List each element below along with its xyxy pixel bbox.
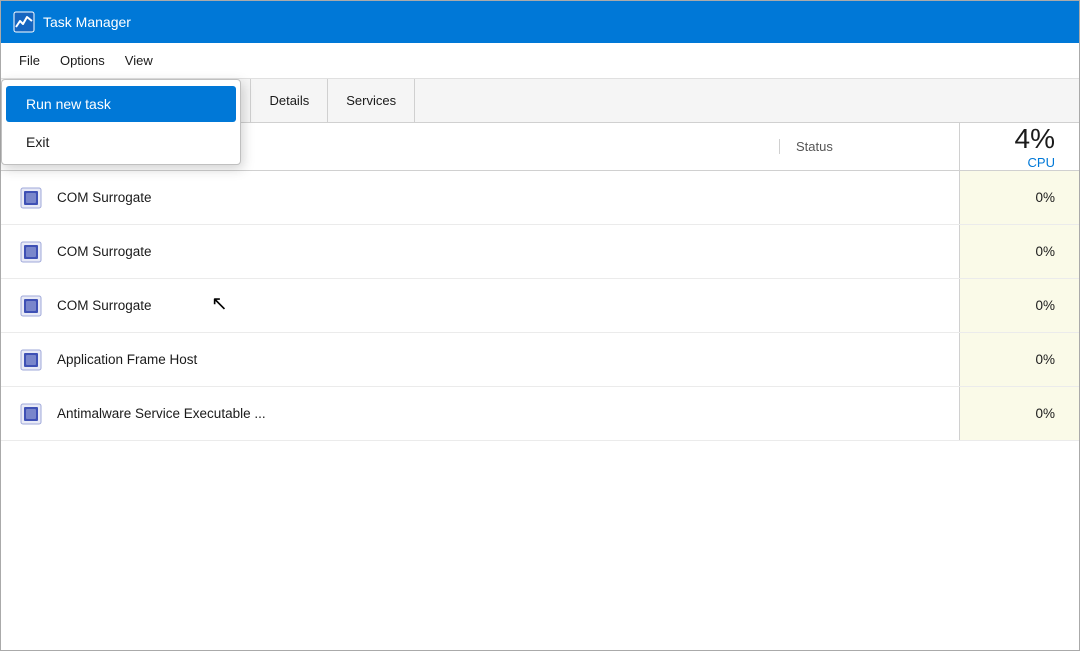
table-row[interactable]: Antimalware Service Executable ... 0% (1, 387, 1079, 441)
row-name: COM Surrogate (1, 292, 779, 320)
menu-bar: File Options View (1, 43, 1079, 79)
process-icon (17, 292, 45, 320)
row-cpu: 0% (959, 171, 1079, 224)
task-manager-window: Task Manager File Options View Run new t… (0, 0, 1080, 651)
col-cpu-header: 4% CPU (959, 123, 1079, 170)
row-name: Application Frame Host (1, 346, 779, 374)
row-cpu: 0% (959, 387, 1079, 440)
row-name: COM Surrogate (1, 238, 779, 266)
row-name: COM Surrogate (1, 184, 779, 212)
process-icon (17, 346, 45, 374)
tabs-row: Run new task Exit app history Startup Us… (1, 79, 1079, 123)
cpu-percent-value: 4% (960, 123, 1055, 155)
table-row[interactable]: COM Surrogate 0% (1, 171, 1079, 225)
run-new-task-menu-item[interactable]: Run new task (6, 86, 236, 122)
exit-menu-item[interactable]: Exit (2, 124, 240, 160)
main-content: Name Status 4% CPU CO (1, 123, 1079, 650)
title-bar: Task Manager (1, 1, 1079, 43)
process-icon (17, 238, 45, 266)
menu-options[interactable]: Options (50, 49, 115, 72)
process-icon (17, 184, 45, 212)
tab-services[interactable]: Services (328, 79, 415, 122)
table-body: COM Surrogate 0% COM Surrogate (1, 171, 1079, 650)
file-dropdown-menu: Run new task Exit (1, 79, 241, 165)
tab-details[interactable]: Details (251, 79, 328, 122)
table-row[interactable]: COM Surrogate 0% (1, 225, 1079, 279)
process-icon (17, 400, 45, 428)
col-status-label: Status (779, 139, 959, 154)
row-cpu: 0% (959, 333, 1079, 386)
row-name: Antimalware Service Executable ... (1, 400, 779, 428)
cpu-label: CPU (960, 155, 1055, 170)
app-icon (13, 11, 35, 33)
table-row[interactable]: Application Frame Host 0% (1, 333, 1079, 387)
row-cpu: 0% (959, 279, 1079, 332)
menu-file[interactable]: File (9, 49, 50, 72)
window-title: Task Manager (43, 14, 131, 30)
menu-view[interactable]: View (115, 49, 163, 72)
row-cpu: 0% (959, 225, 1079, 278)
table-row[interactable]: COM Surrogate 0% (1, 279, 1079, 333)
